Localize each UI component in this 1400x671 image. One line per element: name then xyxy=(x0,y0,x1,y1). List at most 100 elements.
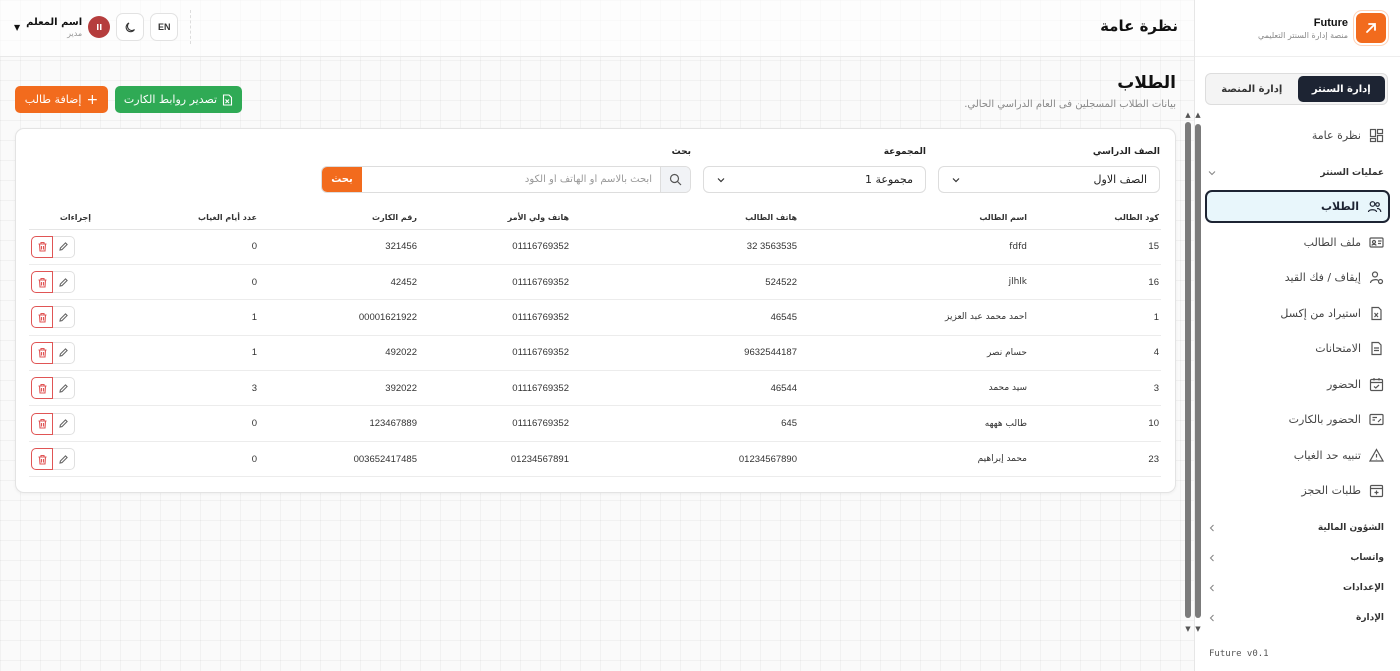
grade-select[interactable]: الصف الاول xyxy=(938,166,1160,193)
cell-student-phone: 3563535 32 xyxy=(571,229,799,265)
search-button[interactable]: بحث xyxy=(322,167,362,192)
sidebar-item-student-profile[interactable]: ملف الطالب xyxy=(1195,225,1400,261)
delete-button[interactable] xyxy=(31,377,53,400)
sidebar-item-exams[interactable]: الامتحانات xyxy=(1195,331,1400,367)
cell-parent-phone: 01116769352 xyxy=(419,299,571,336)
table-row[interactable]: 23 محمد إبراهيم 01234567890 01234567891 … xyxy=(29,441,1161,478)
scroll-up-icon[interactable]: ▲ xyxy=(1195,112,1201,119)
search-icon[interactable] xyxy=(660,167,690,192)
user-menu[interactable]: ▼ اسم المعلم مدير xyxy=(14,17,82,38)
cell-parent-phone: 01116769352 xyxy=(419,335,571,372)
cell-absence-days: 1 xyxy=(93,335,259,372)
language-button[interactable]: EN xyxy=(150,13,179,41)
sidebar-group-whatsapp[interactable]: واتساب xyxy=(1195,543,1400,573)
cell-student-phone: 524522 xyxy=(571,264,799,301)
edit-button[interactable] xyxy=(53,235,75,258)
delete-button[interactable] xyxy=(31,412,53,435)
cell-student-phone: 46545 xyxy=(571,299,799,336)
chevron-down-icon xyxy=(951,175,961,185)
app-version: Future v0.1 xyxy=(1209,649,1269,659)
column-header-card-number[interactable]: رقم الكارت xyxy=(259,207,419,230)
cell-actions xyxy=(29,335,93,372)
sidebar-scrollbar[interactable]: ▲ ▼ xyxy=(1185,112,1191,633)
sidebar-group-operations[interactable]: عمليات السنتر xyxy=(1195,158,1400,188)
sidebar-item-excel-import[interactable]: استيراد من إكسل xyxy=(1195,296,1400,332)
grade-label: الصف الدراسي xyxy=(1092,147,1160,157)
cell-actions xyxy=(29,229,93,265)
edit-button[interactable] xyxy=(53,341,75,364)
scrollbar-thumb[interactable] xyxy=(1195,124,1201,618)
cell-name: محمد إبراهيم xyxy=(799,441,1029,478)
scroll-down-icon[interactable]: ▼ xyxy=(1185,626,1191,633)
pencil-icon xyxy=(58,241,69,252)
column-header-parent-phone[interactable]: هاتف ولي الأمر xyxy=(419,207,571,230)
cell-code: 3 xyxy=(1029,370,1161,407)
sidebar-group-finance[interactable]: الشؤون المالية xyxy=(1195,513,1400,543)
sidebar-group-label: الشؤون المالية xyxy=(1317,522,1384,533)
cell-name: fdfd xyxy=(799,229,1029,265)
button-label: إضافة طالب xyxy=(24,93,82,106)
search-input[interactable] xyxy=(362,167,660,192)
sidebar-item-label: ملف الطالب xyxy=(1303,235,1361,249)
table-row[interactable]: 15 fdfd 3563535 32 01116769352 321456 0 xyxy=(29,229,1161,265)
cell-absence-days: 1 xyxy=(93,299,259,336)
column-header-name[interactable]: اسم الطالب xyxy=(799,207,1029,230)
group-select[interactable]: مجموعة 1 xyxy=(703,166,926,193)
brand-name: Future xyxy=(1313,16,1348,29)
sidebar-item-absence-alert[interactable]: تنبيه حد الغياب xyxy=(1195,438,1400,474)
column-header-code[interactable]: كود الطالب xyxy=(1029,207,1161,230)
delete-button[interactable] xyxy=(31,235,53,258)
table-row[interactable]: 1 احمد محمد عبد العزيز 46545 01116769352… xyxy=(29,299,1161,336)
sidebar-item-overview[interactable]: نظرة عامة xyxy=(1195,118,1400,154)
add-student-button[interactable]: + إضافة طالب xyxy=(15,86,108,113)
moon-icon xyxy=(124,21,137,34)
document-icon xyxy=(1369,341,1384,356)
trash-icon xyxy=(37,418,48,429)
delete-button[interactable] xyxy=(31,448,53,471)
table-row[interactable]: 3 سيد محمد 46544 01116769352 392022 3 xyxy=(29,370,1161,407)
sidebar-item-students[interactable]: الطلاب xyxy=(1205,189,1390,223)
cell-name: طالب هههه xyxy=(799,405,1029,442)
edit-button[interactable] xyxy=(53,377,75,400)
delete-button[interactable] xyxy=(31,271,53,294)
cell-student-phone: 46544 xyxy=(571,370,799,407)
excel-file-icon xyxy=(1369,306,1384,321)
scroll-up-icon[interactable]: ▲ xyxy=(1185,112,1191,119)
cell-code: 16 xyxy=(1029,264,1161,301)
sidebar-item-suspend[interactable]: إيقاف / فك القيد xyxy=(1195,260,1400,296)
sidebar-group-settings[interactable]: الإعدادات xyxy=(1195,573,1400,603)
table-row[interactable]: 4 حسام نصر 9632544187 01116769352 492022… xyxy=(29,335,1161,372)
table-row[interactable]: 16 jlhlk 524522 01116769352 42452 0 xyxy=(29,264,1161,301)
edit-button[interactable] xyxy=(53,271,75,294)
edit-button[interactable] xyxy=(53,412,75,435)
cell-card-number: 00001621922 xyxy=(259,299,419,336)
theme-toggle-button[interactable] xyxy=(116,13,145,41)
column-header-student-phone[interactable]: هاتف الطالب xyxy=(571,207,799,230)
cell-absence-days: 3 xyxy=(93,370,259,407)
edit-button[interactable] xyxy=(53,306,75,329)
table-row[interactable]: 10 طالب هههه 645 01116769352 123467889 0 xyxy=(29,405,1161,442)
scroll-down-icon[interactable]: ▼ xyxy=(1195,626,1201,633)
tab-center-management[interactable]: إدارة السنتر xyxy=(1297,76,1385,102)
edit-button[interactable] xyxy=(53,448,75,471)
delete-button[interactable] xyxy=(31,306,53,329)
tab-platform-management[interactable]: إدارة المنصة xyxy=(1208,76,1296,102)
cell-code: 4 xyxy=(1029,335,1161,372)
column-header-absence-days[interactable]: عدد أيام الغياب xyxy=(93,207,259,230)
main-scrollbar[interactable]: ▲ ▼ xyxy=(1195,112,1201,633)
sidebar-item-booking-requests[interactable]: طلبات الحجز xyxy=(1195,473,1400,509)
trash-icon xyxy=(37,241,48,252)
layout-grid-icon xyxy=(1369,128,1384,143)
export-card-links-button[interactable]: تصدير روابط الكارت xyxy=(115,86,242,113)
chevron-down-icon xyxy=(1207,168,1217,178)
avatar[interactable]: II xyxy=(88,16,111,38)
cell-card-number: 392022 xyxy=(259,370,419,407)
sidebar-group-admin[interactable]: الإدارة xyxy=(1195,603,1400,633)
sidebar-item-attendance[interactable]: الحضور xyxy=(1195,367,1400,403)
scrollbar-thumb[interactable] xyxy=(1185,122,1191,618)
card-scan-icon xyxy=(1369,412,1384,427)
delete-button[interactable] xyxy=(31,341,53,364)
chevron-left-icon xyxy=(1207,553,1217,563)
cell-absence-days: 0 xyxy=(93,229,259,265)
sidebar-item-card-attendance[interactable]: الحضور بالكارت xyxy=(1195,402,1400,438)
